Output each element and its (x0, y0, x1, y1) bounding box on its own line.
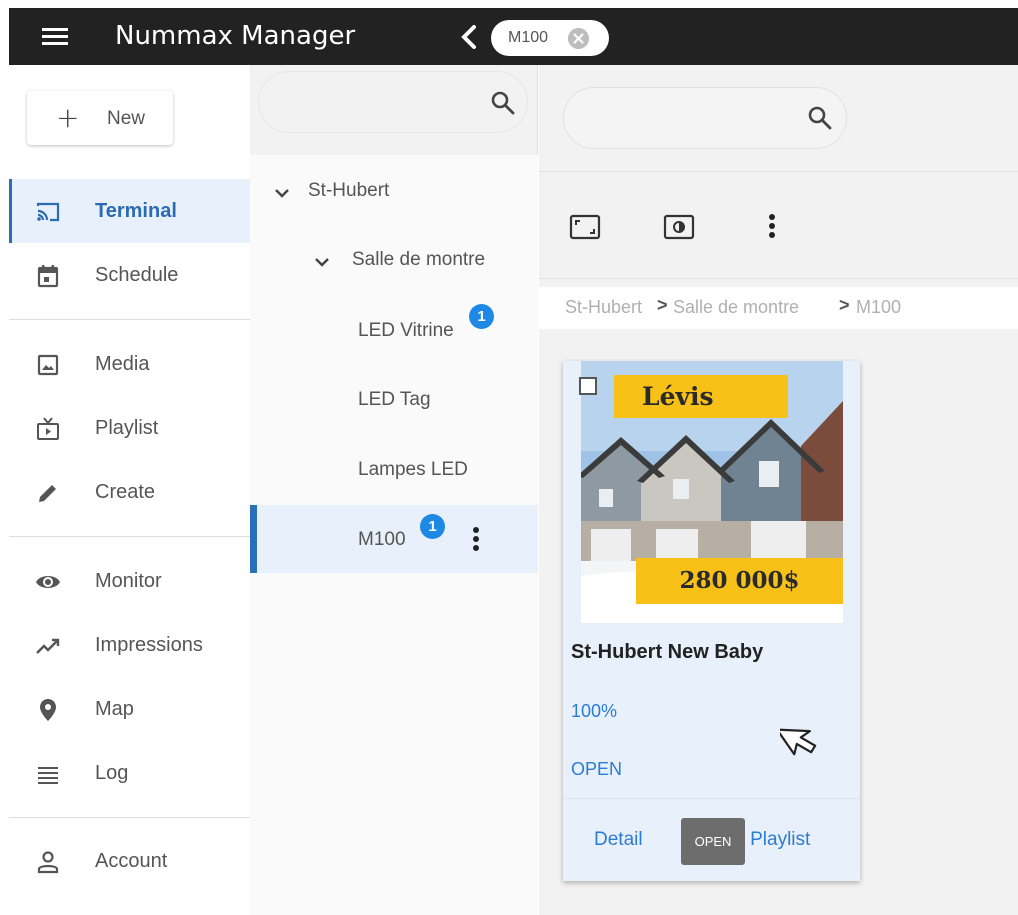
notification-badge: 1 (420, 514, 445, 539)
new-button[interactable]: + New (27, 91, 173, 145)
tree-node-led-vitrine[interactable]: LED Vitrine 1 (250, 295, 538, 363)
tree-node-led-tag[interactable]: LED Tag (250, 365, 538, 433)
nav-item-impressions[interactable]: Impressions (9, 613, 250, 677)
location-pin-icon (40, 699, 56, 721)
calendar-icon (37, 265, 59, 288)
nav-label-schedule: Schedule (95, 264, 179, 286)
playlist-icon (37, 417, 59, 440)
card-title: St-Hubert New Baby (571, 641, 764, 663)
nav-label-map: Map (95, 698, 134, 720)
tree-node-st-hubert[interactable]: St-Hubert (250, 155, 538, 223)
top-app-bar: Nummax Manager M100 (9, 8, 1018, 65)
tree-search-input[interactable] (275, 86, 475, 118)
more-vert-icon[interactable] (768, 214, 776, 240)
nav-item-map[interactable]: Map (9, 677, 250, 741)
card-select-checkbox[interactable] (579, 377, 597, 395)
nav-divider (9, 536, 250, 537)
list-icon (38, 767, 58, 784)
fullscreen-icon[interactable] (568, 210, 602, 244)
thumbnail-title-tag: Lévis (614, 375, 788, 418)
breadcrumb-item[interactable]: St-Hubert (565, 297, 642, 318)
tree-node-m100[interactable]: M100 1 (250, 505, 538, 573)
notification-badge: 1 (469, 304, 494, 329)
tree-label: LED Tag (358, 389, 431, 410)
nav-label-impressions: Impressions (95, 634, 203, 656)
tree-label: Lampes LED (358, 459, 468, 480)
nav-label-log: Log (95, 762, 129, 784)
nav-label-account: Account (95, 850, 168, 872)
tree-label: Salle de montre (352, 249, 486, 270)
close-icon[interactable] (568, 28, 589, 49)
nav-label-playlist: Playlist (95, 417, 159, 439)
nav-item-playlist[interactable]: Playlist (9, 396, 250, 460)
nav-item-log[interactable]: Log (9, 741, 250, 805)
terminal-chip[interactable]: M100 (491, 20, 609, 56)
tree-search-box[interactable] (258, 71, 528, 133)
nav-item-schedule[interactable]: Schedule (9, 243, 250, 307)
card-percent: 100% (571, 701, 618, 721)
app-title: Nummax Manager (115, 21, 356, 51)
tree-label: M100 (358, 529, 406, 550)
left-navigation: + New Terminal Schedule Media Playlist C… (9, 65, 250, 915)
search-icon[interactable] (489, 89, 517, 117)
cast-icon (36, 202, 60, 222)
plus-icon: + (56, 101, 80, 134)
detail-button[interactable]: Detail (594, 829, 643, 851)
mouse-pointer-icon (780, 728, 817, 756)
brightness-icon[interactable] (662, 210, 696, 244)
person-icon (37, 851, 59, 874)
nav-divider (9, 319, 250, 320)
toolbar (539, 171, 1018, 279)
breadcrumb-item[interactable]: Salle de montre (673, 297, 799, 318)
card-thumbnail[interactable]: Lévis 280 000$ (581, 361, 843, 623)
tree-label: St-Hubert (308, 180, 390, 201)
chevron-down-icon[interactable] (314, 256, 330, 268)
tooltip: OPEN (681, 818, 745, 865)
breadcrumb-item[interactable]: M100 (856, 297, 901, 318)
nav-label-terminal: Terminal (95, 200, 177, 222)
main-search-box[interactable] (563, 87, 847, 149)
nav-divider (9, 817, 250, 818)
breadcrumb: St-Hubert > Salle de montre > M100 (539, 287, 1018, 329)
chip-label: M100 (508, 29, 549, 46)
nav-label-create: Create (95, 481, 156, 503)
nav-item-create[interactable]: Create (9, 460, 250, 524)
search-icon[interactable] (806, 104, 834, 132)
breadcrumb-separator: > (657, 295, 668, 315)
thumbnail-price-tag: 280 000$ (636, 558, 843, 604)
nav-label-media: Media (95, 353, 150, 375)
eye-icon (36, 576, 60, 588)
main-search-input[interactable] (582, 102, 782, 134)
nav-item-terminal[interactable]: Terminal (9, 179, 250, 243)
card-status: OPEN (571, 759, 623, 779)
image-icon (37, 354, 59, 376)
terminal-tree-panel: St-Hubert Salle de montre LED Vitrine 1 … (250, 65, 538, 915)
chevron-left-icon[interactable] (457, 23, 481, 51)
tree-node-salle-de-montre[interactable]: Salle de montre (250, 225, 538, 293)
chevron-down-icon[interactable] (274, 187, 290, 199)
tree-list: St-Hubert Salle de montre LED Vitrine 1 … (250, 155, 538, 915)
hamburger-menu-icon[interactable] (42, 28, 68, 46)
breadcrumb-separator: > (839, 295, 850, 315)
nav-item-media[interactable]: Media (9, 332, 250, 396)
nav-item-monitor[interactable]: Monitor (9, 549, 250, 613)
nav-label-monitor: Monitor (95, 570, 162, 592)
trending-icon (36, 638, 60, 654)
content-card[interactable]: Lévis 280 000$ St-Hubert New Baby 100% O… (563, 361, 860, 881)
tree-label: LED Vitrine (358, 320, 454, 341)
pencil-icon (39, 485, 56, 502)
main-content: St-Hubert > Salle de montre > M100 Lévis… (539, 65, 1018, 915)
more-vert-icon[interactable] (472, 527, 480, 553)
new-button-label: New (107, 108, 146, 129)
tree-node-lampes-led[interactable]: Lampes LED (250, 435, 538, 503)
card-actions: Detail te Playlist OPEN (563, 798, 860, 881)
nav-item-account[interactable]: Account (9, 829, 250, 893)
